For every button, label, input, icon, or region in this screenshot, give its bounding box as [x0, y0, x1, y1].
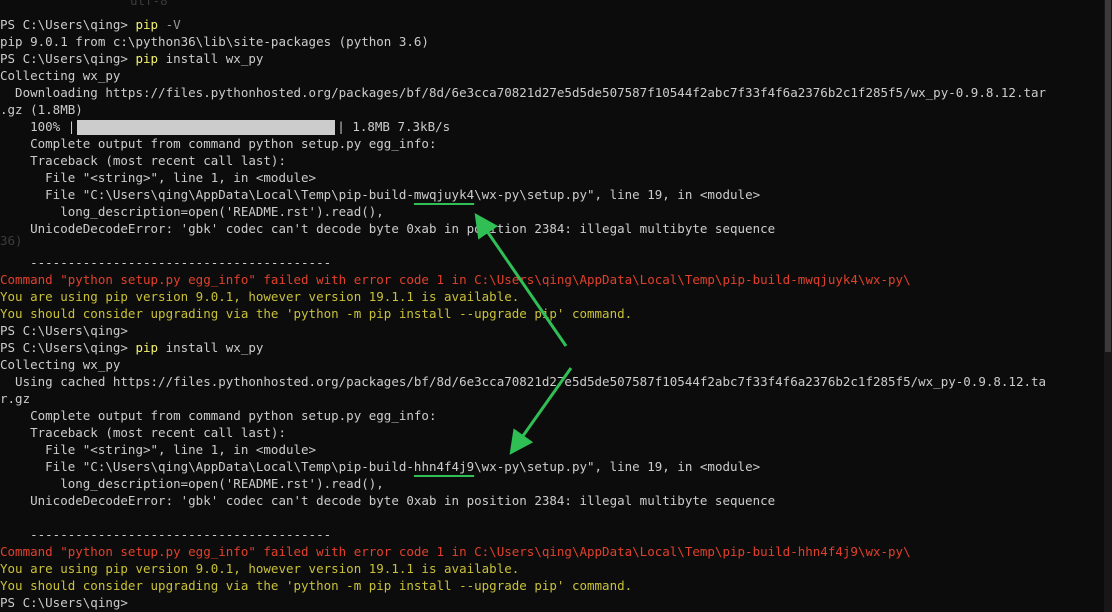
pip-upgrade-hint: You should consider upgrading via the 'p… [0, 306, 633, 321]
command-args: install wx_py [158, 340, 264, 355]
output-line: Traceback (most recent call last): [0, 425, 286, 440]
output-line: .gz (1.8MB) [0, 102, 83, 117]
path-prefix: File "C:\Users\qing\AppData\Local\Temp\p… [0, 187, 414, 202]
pip-upgrade-hint: You should consider upgrading via the 'p… [0, 578, 633, 593]
output-line: Collecting wx_py [0, 357, 121, 372]
command-failed-line: Command "python setup.py egg_info" faile… [0, 544, 911, 559]
background-fragment-top: utf-8 [130, 0, 168, 8]
build-id-highlight: mwqjuyk4 [413, 187, 475, 202]
command-pip: pip [135, 340, 159, 355]
prompt-line: PS C:\Users\qing> [0, 323, 128, 338]
output-line: r.gz [0, 391, 31, 406]
output-line-cached-url: Using cached https://files.pythonhosted.… [0, 374, 1047, 389]
prompt-line-install: PS C:\Users\qing> pip install wx_py [0, 339, 263, 356]
prompt: PS C:\Users\qing> [0, 51, 136, 66]
pip-version-warning: You are using pip version 9.0.1, however… [0, 561, 520, 576]
error-line: UnicodeDecodeError: 'gbk' codec can't de… [0, 493, 776, 508]
output-line: Collecting wx_py [0, 68, 121, 83]
command-pip: pip [135, 51, 159, 66]
separator-line: ---------------------------------------- [0, 527, 332, 542]
command-pip: pip [135, 17, 159, 32]
terminal-output[interactable]: utf-8 36) PS C:\Users\qing> pip -V pip 9… [0, 0, 1104, 612]
command-args: -V [158, 17, 181, 32]
path-prefix: File "C:\Users\qing\AppData\Local\Temp\p… [0, 459, 414, 474]
prompt-line-current: PS C:\Users\qing> [0, 595, 128, 610]
separator-line: ---------------------------------------- [0, 255, 332, 270]
prompt-line-install: PS C:\Users\qing> pip install wx_py [0, 50, 263, 67]
build-id-highlight: hhn4f4j9 [413, 459, 475, 474]
pip-version-warning: You are using pip version 9.0.1, however… [0, 289, 520, 304]
traceback-file-line: File "C:\Users\qing\AppData\Local\Temp\p… [0, 186, 760, 203]
output-line: File "<string>", line 1, in <module> [0, 442, 317, 457]
output-line: Traceback (most recent call last): [0, 153, 286, 168]
error-line: UnicodeDecodeError: 'gbk' codec can't de… [0, 221, 776, 236]
prompt: PS C:\Users\qing> [0, 340, 136, 355]
output-line: File "<string>", line 1, in <module> [0, 170, 317, 185]
progress-bar [77, 120, 336, 135]
path-suffix: \wx-py\setup.py", line 19, in <module> [474, 459, 761, 474]
terminal-scrollbar[interactable] [1104, 0, 1112, 612]
progress-stats: | 1.8MB 7.3kB/s [337, 119, 451, 134]
path-suffix: \wx-py\setup.py", line 19, in <module> [474, 187, 761, 202]
prompt-line-pip-version: PS C:\Users\qing> pip -V [0, 16, 181, 33]
traceback-file-line: File "C:\Users\qing\AppData\Local\Temp\p… [0, 458, 760, 475]
output-line: pip 9.0.1 from c:\python36\lib\site-pack… [0, 34, 429, 49]
progress-percent: 100% | [0, 119, 76, 134]
prompt: PS C:\Users\qing> [0, 17, 136, 32]
output-line: Complete output from command python setu… [0, 136, 437, 151]
output-line-download-url: Downloading https://files.pythonhosted.o… [0, 85, 1047, 100]
scrollbar-thumb[interactable] [1105, 0, 1111, 352]
output-line: long_description=open('README.rst').read… [0, 476, 384, 491]
output-line: long_description=open('README.rst').read… [0, 204, 384, 219]
output-line: Complete output from command python setu… [0, 408, 437, 423]
progress-line: 100% | | 1.8MB 7.3kB/s [0, 118, 450, 135]
command-failed-line: Command "python setup.py egg_info" faile… [0, 272, 911, 287]
command-args: install wx_py [158, 51, 264, 66]
